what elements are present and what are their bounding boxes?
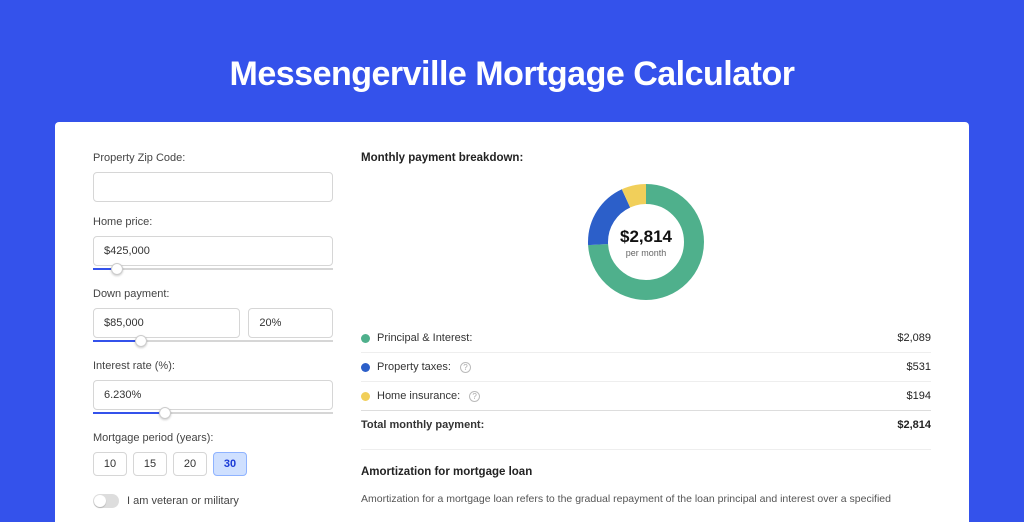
- legend-row: Principal & Interest: $2,089: [361, 324, 931, 352]
- help-icon[interactable]: ?: [460, 362, 471, 373]
- down-payment-field-group: Down payment:: [93, 288, 333, 346]
- interest-field-group: Interest rate (%):: [93, 360, 333, 418]
- home-price-label: Home price:: [93, 216, 333, 228]
- zip-field-group: Property Zip Code:: [93, 152, 333, 202]
- breakdown-title: Monthly payment breakdown:: [361, 152, 931, 164]
- amortization-title: Amortization for mortgage loan: [361, 466, 931, 478]
- down-payment-pct-input[interactable]: [248, 308, 333, 338]
- help-icon[interactable]: ?: [469, 391, 480, 402]
- home-price-input[interactable]: [93, 236, 333, 266]
- veteran-toggle-row: I am veteran or military: [93, 494, 333, 508]
- donut-total-sub: per month: [626, 248, 667, 258]
- form-column: Property Zip Code: Home price: Down paym…: [93, 152, 333, 522]
- legend-row: Home insurance:? $194: [361, 381, 931, 410]
- down-payment-slider[interactable]: [93, 336, 333, 346]
- veteran-toggle[interactable]: [93, 494, 119, 508]
- home-price-field-group: Home price:: [93, 216, 333, 274]
- interest-input[interactable]: [93, 380, 333, 410]
- total-row: Total monthly payment: $2,814: [361, 410, 931, 439]
- breakdown-column: Monthly payment breakdown: $2,814 per mo…: [361, 152, 931, 522]
- zip-label: Property Zip Code:: [93, 152, 333, 164]
- period-button-20[interactable]: 20: [173, 452, 207, 476]
- amortization-text: Amortization for a mortgage loan refers …: [361, 492, 931, 508]
- period-button-10[interactable]: 10: [93, 452, 127, 476]
- period-button-15[interactable]: 15: [133, 452, 167, 476]
- legend-label: Home insurance:: [377, 390, 460, 402]
- interest-label: Interest rate (%):: [93, 360, 333, 372]
- total-row-value: $2,814: [897, 419, 931, 431]
- legend-dot-icon: [361, 363, 370, 372]
- page-title: Messengerville Mortgage Calculator: [55, 55, 969, 94]
- calculator-panel: Property Zip Code: Home price: Down paym…: [55, 122, 969, 522]
- veteran-label: I am veteran or military: [127, 495, 239, 507]
- zip-input[interactable]: [93, 172, 333, 202]
- home-price-slider[interactable]: [93, 264, 333, 274]
- donut-chart-area: $2,814 per month: [361, 178, 931, 306]
- legend-dot-icon: [361, 334, 370, 343]
- toggle-knob-icon: [94, 495, 106, 507]
- slider-thumb-icon[interactable]: [135, 335, 147, 347]
- total-row-label: Total monthly payment:: [361, 419, 484, 431]
- interest-slider[interactable]: [93, 408, 333, 418]
- slider-thumb-icon[interactable]: [111, 263, 123, 275]
- legend-value: $2,089: [897, 332, 931, 344]
- amortization-section: Amortization for mortgage loan Amortizat…: [361, 449, 931, 508]
- legend-dot-icon: [361, 392, 370, 401]
- slider-thumb-icon[interactable]: [159, 407, 171, 419]
- legend-label: Property taxes:: [377, 361, 451, 373]
- legend-value: $194: [907, 390, 931, 402]
- down-payment-label: Down payment:: [93, 288, 333, 300]
- period-button-30[interactable]: 30: [213, 452, 247, 476]
- legend-value: $531: [907, 361, 931, 373]
- donut-chart: $2,814 per month: [582, 178, 710, 306]
- period-field-group: Mortgage period (years): 10152030: [93, 432, 333, 476]
- down-payment-input[interactable]: [93, 308, 240, 338]
- donut-total-value: $2,814: [620, 227, 672, 247]
- legend-label: Principal & Interest:: [377, 332, 472, 344]
- legend-row: Property taxes:? $531: [361, 352, 931, 381]
- period-label: Mortgage period (years):: [93, 432, 333, 444]
